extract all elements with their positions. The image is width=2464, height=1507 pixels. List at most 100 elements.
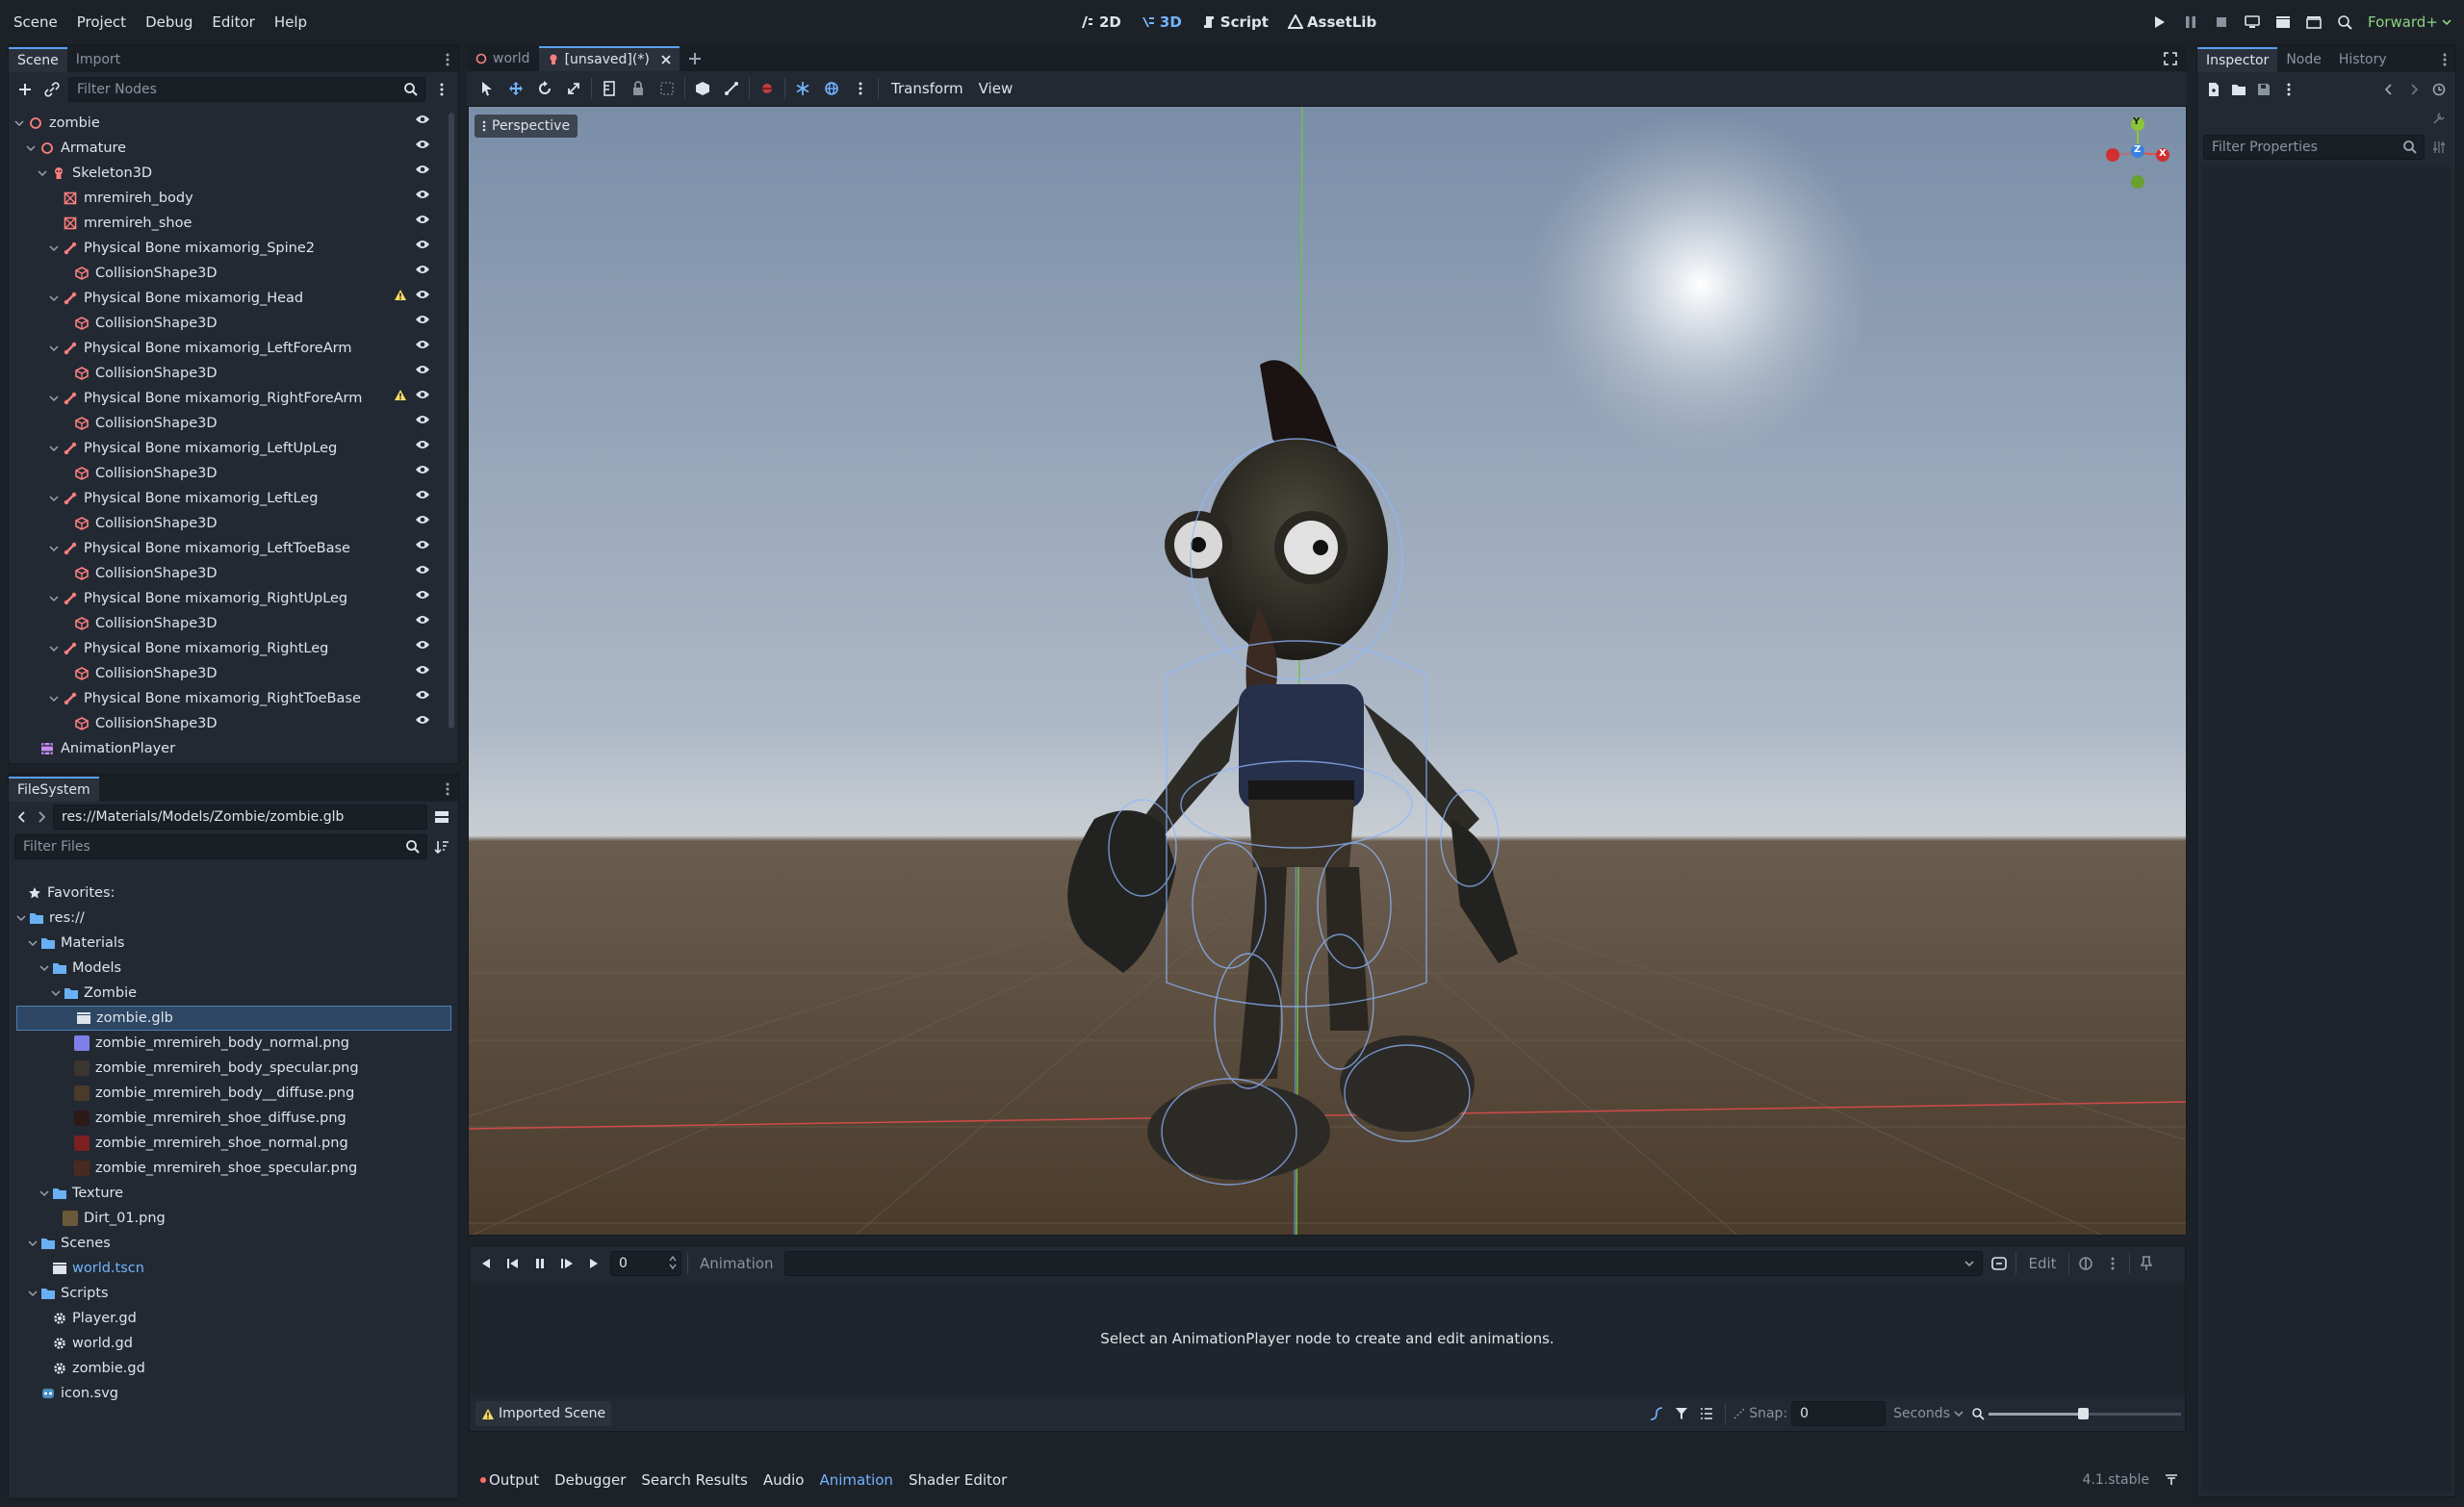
- scale-mode-button[interactable]: [559, 71, 588, 106]
- folder-item[interactable]: res://: [16, 906, 451, 931]
- chevron-down-icon[interactable]: [49, 645, 61, 652]
- filter-nodes-input[interactable]: Filter Nodes: [68, 77, 425, 102]
- play-backwards-button[interactable]: [475, 1253, 497, 1274]
- scene-tree-node[interactable]: CollisionShape3D: [14, 511, 448, 536]
- visibility-eye-icon[interactable]: [415, 489, 430, 500]
- chevron-down-icon[interactable]: [28, 939, 39, 947]
- snap-input[interactable]: 0: [1791, 1401, 1886, 1426]
- file-item[interactable]: zombie.gd: [16, 1356, 451, 1381]
- timeline-zoom-slider[interactable]: [1989, 1404, 2181, 1423]
- folder-item[interactable]: Zombie: [16, 981, 451, 1006]
- bottom-tab-animation[interactable]: Animation: [811, 1465, 900, 1495]
- visibility-eye-icon[interactable]: [415, 314, 430, 325]
- warning-icon[interactable]: [394, 389, 407, 401]
- file-item[interactable]: zombie_mremireh_shoe_specular.png: [16, 1156, 451, 1181]
- scene-tree-node[interactable]: Physical Bone mixamorig_RightToeBase: [14, 686, 448, 711]
- file-item[interactable]: world.gd: [16, 1331, 451, 1356]
- scene-tree-node[interactable]: zombie: [14, 111, 448, 136]
- visibility-eye-icon[interactable]: [415, 189, 430, 200]
- scene-dock-menu-icon[interactable]: [437, 47, 458, 72]
- visibility-eye-icon[interactable]: [415, 514, 430, 525]
- new-tab-button[interactable]: [680, 46, 710, 71]
- object-properties-button[interactable]: [2428, 108, 2450, 129]
- inspector-settings-button[interactable]: [2428, 137, 2450, 158]
- scene-tree-node[interactable]: Physical Bone mixamorig_RightForeArm: [14, 386, 448, 411]
- chevron-down-icon[interactable]: [38, 169, 49, 177]
- chevron-down-icon[interactable]: [39, 1189, 51, 1197]
- workspace-3d-button[interactable]: 3D: [1131, 0, 1192, 44]
- tab-import[interactable]: Import: [67, 47, 129, 72]
- autoplay-button[interactable]: [1989, 1253, 2010, 1274]
- forward-button[interactable]: [34, 806, 49, 828]
- file-item[interactable]: zombie_mremireh_body_normal.png: [16, 1031, 451, 1056]
- animation-pause-button[interactable]: [529, 1253, 551, 1274]
- chevron-down-icon[interactable]: [14, 119, 26, 127]
- animation-select[interactable]: [784, 1251, 1984, 1276]
- close-icon[interactable]: [661, 55, 671, 64]
- chevron-down-icon[interactable]: [16, 914, 28, 922]
- visibility-eye-icon[interactable]: [415, 464, 430, 475]
- visibility-eye-icon[interactable]: [415, 214, 430, 225]
- snap-mode-select[interactable]: Seconds: [1889, 1406, 1967, 1421]
- instance-scene-button[interactable]: [41, 79, 63, 100]
- visibility-eye-icon[interactable]: [415, 414, 430, 425]
- file-item[interactable]: icon.svg: [16, 1381, 451, 1406]
- animation-edit-button[interactable]: Edit: [2022, 1255, 2062, 1272]
- play-backwards-from-end-button[interactable]: [502, 1253, 524, 1274]
- distraction-free-button[interactable]: [2155, 46, 2186, 71]
- pause-button[interactable]: [2175, 0, 2206, 44]
- new-resource-button[interactable]: [2203, 79, 2224, 100]
- view-menu[interactable]: View: [973, 80, 1019, 97]
- scene-options-icon[interactable]: [431, 79, 452, 100]
- chevron-down-icon[interactable]: [49, 345, 61, 352]
- 3d-viewport[interactable]: Perspective Y Z X: [468, 106, 2187, 1236]
- scene-tree-node[interactable]: Physical Bone mixamorig_LeftForeArm: [14, 336, 448, 361]
- chevron-down-icon[interactable]: [49, 595, 61, 602]
- scene-tree-node[interactable]: Physical Bone mixamorig_RightUpLeg: [14, 586, 448, 611]
- visibility-eye-icon[interactable]: [415, 289, 430, 300]
- visibility-eye-icon[interactable]: [415, 239, 430, 250]
- chevron-down-icon[interactable]: [39, 964, 51, 972]
- menu-debug[interactable]: Debug: [136, 0, 202, 44]
- sort-files-button[interactable]: [431, 836, 452, 857]
- file-item[interactable]: world.tscn: [16, 1256, 451, 1281]
- chevron-down-icon[interactable]: [26, 144, 38, 152]
- bottom-tab-shader-editor[interactable]: Shader Editor: [901, 1465, 1014, 1495]
- tab-unsaved[interactable]: [unsaved](*): [538, 46, 680, 71]
- scene-tree-node[interactable]: CollisionShape3D: [14, 411, 448, 436]
- play-button[interactable]: [2144, 0, 2175, 44]
- move-mode-button[interactable]: [501, 71, 530, 106]
- scene-tree-node[interactable]: Physical Bone mixamorig_RightLeg: [14, 636, 448, 661]
- renderer-selector[interactable]: Forward+: [2368, 13, 2451, 31]
- folder-item[interactable]: Scripts: [16, 1281, 451, 1306]
- object-history-button[interactable]: [2428, 79, 2450, 100]
- visibility-eye-icon[interactable]: [415, 139, 430, 150]
- menu-scene[interactable]: Scene: [4, 0, 67, 44]
- scene-tree-scrollbar[interactable]: [449, 113, 454, 728]
- tab-history[interactable]: History: [2330, 47, 2396, 72]
- filesystem-menu-icon[interactable]: [437, 777, 458, 802]
- tab-node[interactable]: Node: [2277, 47, 2330, 72]
- scene-tree-node[interactable]: CollisionShape3D: [14, 361, 448, 386]
- group-button[interactable]: [653, 71, 681, 106]
- play-scene-button[interactable]: [2268, 0, 2298, 44]
- folder-item[interactable]: Texture: [16, 1181, 451, 1206]
- remote-debug-button[interactable]: [2237, 0, 2268, 44]
- ragdoll-button[interactable]: [753, 71, 782, 106]
- visibility-eye-icon[interactable]: [415, 539, 430, 550]
- workspace-script-button[interactable]: Script: [1192, 0, 1278, 44]
- orientation-gizmo[interactable]: Y Z X: [2099, 113, 2176, 190]
- transform-menu[interactable]: Transform: [882, 80, 973, 97]
- chevron-down-icon[interactable]: [51, 989, 63, 997]
- track-list-button[interactable]: [1696, 1403, 1717, 1424]
- visibility-eye-icon[interactable]: [415, 714, 430, 726]
- visibility-eye-icon[interactable]: [415, 114, 430, 125]
- folder-item[interactable]: Models: [16, 956, 451, 981]
- movie-maker-button[interactable]: [2329, 0, 2360, 44]
- slider-handle[interactable]: [2078, 1408, 2089, 1419]
- tab-inspector[interactable]: Inspector: [2197, 47, 2278, 72]
- scene-tree-node[interactable]: Physical Bone mixamorig_Spine2: [14, 236, 448, 261]
- scene-tree-node[interactable]: CollisionShape3D: [14, 611, 448, 636]
- file-item[interactable]: zombie.glb: [16, 1006, 451, 1031]
- scene-tree-node[interactable]: AnimationPlayer: [14, 736, 448, 759]
